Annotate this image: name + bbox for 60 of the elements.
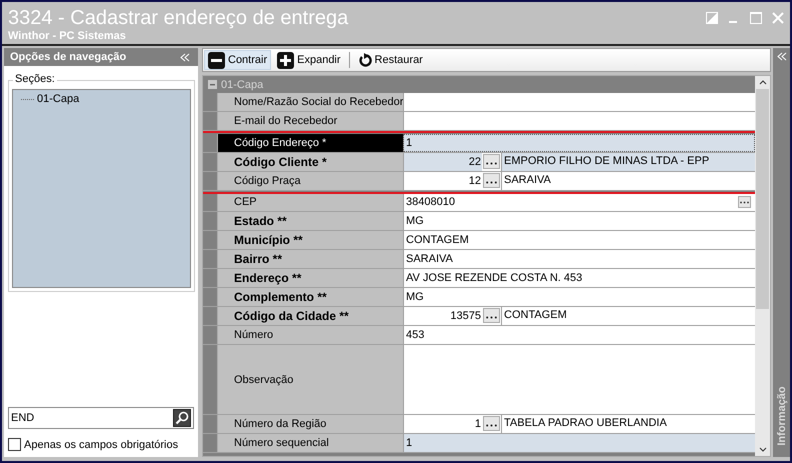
search-box[interactable]: END [8, 407, 194, 429]
field-label[interactable]: Número [217, 326, 403, 344]
circular-arrow-icon [358, 53, 372, 67]
field-text: 38408010 [406, 196, 455, 208]
scroll-up-icon[interactable] [758, 80, 766, 85]
description-field: EMPORIO FILHO DE MINAS LTDA - EPP [501, 153, 755, 171]
field-value[interactable]: AV JOSE REZENDE COSTA N. 453 [403, 269, 755, 287]
field-label[interactable]: E-mail do Recebedor [217, 112, 403, 130]
window-subtitle: Winthor - PC Sistemas [8, 30, 127, 43]
toolbar-button[interactable]: Restaurar [354, 50, 427, 70]
ellipsis-icon[interactable] [738, 196, 751, 208]
collapse-chevrons-icon[interactable] [776, 52, 786, 61]
field-value[interactable] [403, 345, 755, 414]
field-value[interactable]: MG [403, 212, 755, 230]
field-label[interactable]: Bairro ** [217, 250, 403, 268]
field-value[interactable] [403, 112, 755, 130]
field-label[interactable]: Código Endereço * [217, 134, 403, 152]
expander-icon[interactable] [208, 80, 217, 89]
field-value[interactable]: MG [403, 288, 755, 306]
window-title: 3324 - Cadastrar endereço de entrega [8, 6, 348, 30]
scroll-down-icon[interactable] [758, 447, 766, 452]
collapse-chevrons-icon[interactable] [180, 52, 190, 62]
field-label[interactable]: Endereço ** [217, 269, 403, 287]
field-value[interactable] [403, 93, 755, 111]
field-label[interactable]: Código Praça [217, 172, 403, 190]
toolbar-button[interactable]: Contrair [204, 50, 272, 70]
checkbox[interactable] [8, 438, 21, 451]
field-label[interactable]: Nome/Razão Social do Recebedor [217, 93, 403, 111]
toolbar-button[interactable]: Expandir [273, 50, 345, 70]
search-field[interactable]: END [9, 408, 173, 428]
checkbox-label: Apenas os campos obrigatórios [24, 438, 178, 450]
panel-title: Opções de navegação [10, 51, 126, 63]
ellipsis-icon[interactable] [483, 416, 500, 431]
plus-icon [277, 52, 294, 68]
code-field[interactable]: 22 [404, 153, 482, 171]
ellipsis-icon[interactable] [483, 308, 500, 323]
field-value[interactable]: 453 [403, 326, 755, 344]
ellipsis-icon[interactable] [483, 154, 500, 169]
field-label[interactable]: Complemento ** [217, 288, 403, 306]
field-value[interactable]: CONTAGEM [403, 231, 755, 249]
field-label[interactable]: Observação [217, 345, 403, 414]
vertical-scrollbar[interactable] [755, 76, 770, 456]
field-label[interactable]: Código da Cidade ** [217, 307, 403, 325]
field-label[interactable]: Número sequencial [217, 434, 403, 452]
group-label: Seções: [13, 73, 57, 85]
group-title: 01-Capa [221, 78, 264, 90]
ellipsis-icon[interactable] [483, 173, 500, 188]
field-value[interactable]: 38408010 [403, 193, 755, 211]
field-label[interactable]: Código Cliente * [217, 153, 403, 171]
field-value[interactable]: SARAIVA [403, 250, 755, 268]
field-label[interactable]: Município ** [217, 231, 403, 249]
field-value[interactable]: 1 [403, 134, 755, 152]
field-label[interactable]: Número da Região [217, 415, 403, 433]
minus-icon [208, 52, 225, 68]
field-value[interactable]: 1 [403, 434, 755, 452]
tree-connector-line [21, 98, 35, 100]
search-icon[interactable] [173, 409, 191, 427]
field-label[interactable]: CEP [217, 193, 403, 211]
field-label[interactable]: Estado ** [217, 212, 403, 230]
tree-item[interactable]: 01-Capa [19, 93, 184, 105]
